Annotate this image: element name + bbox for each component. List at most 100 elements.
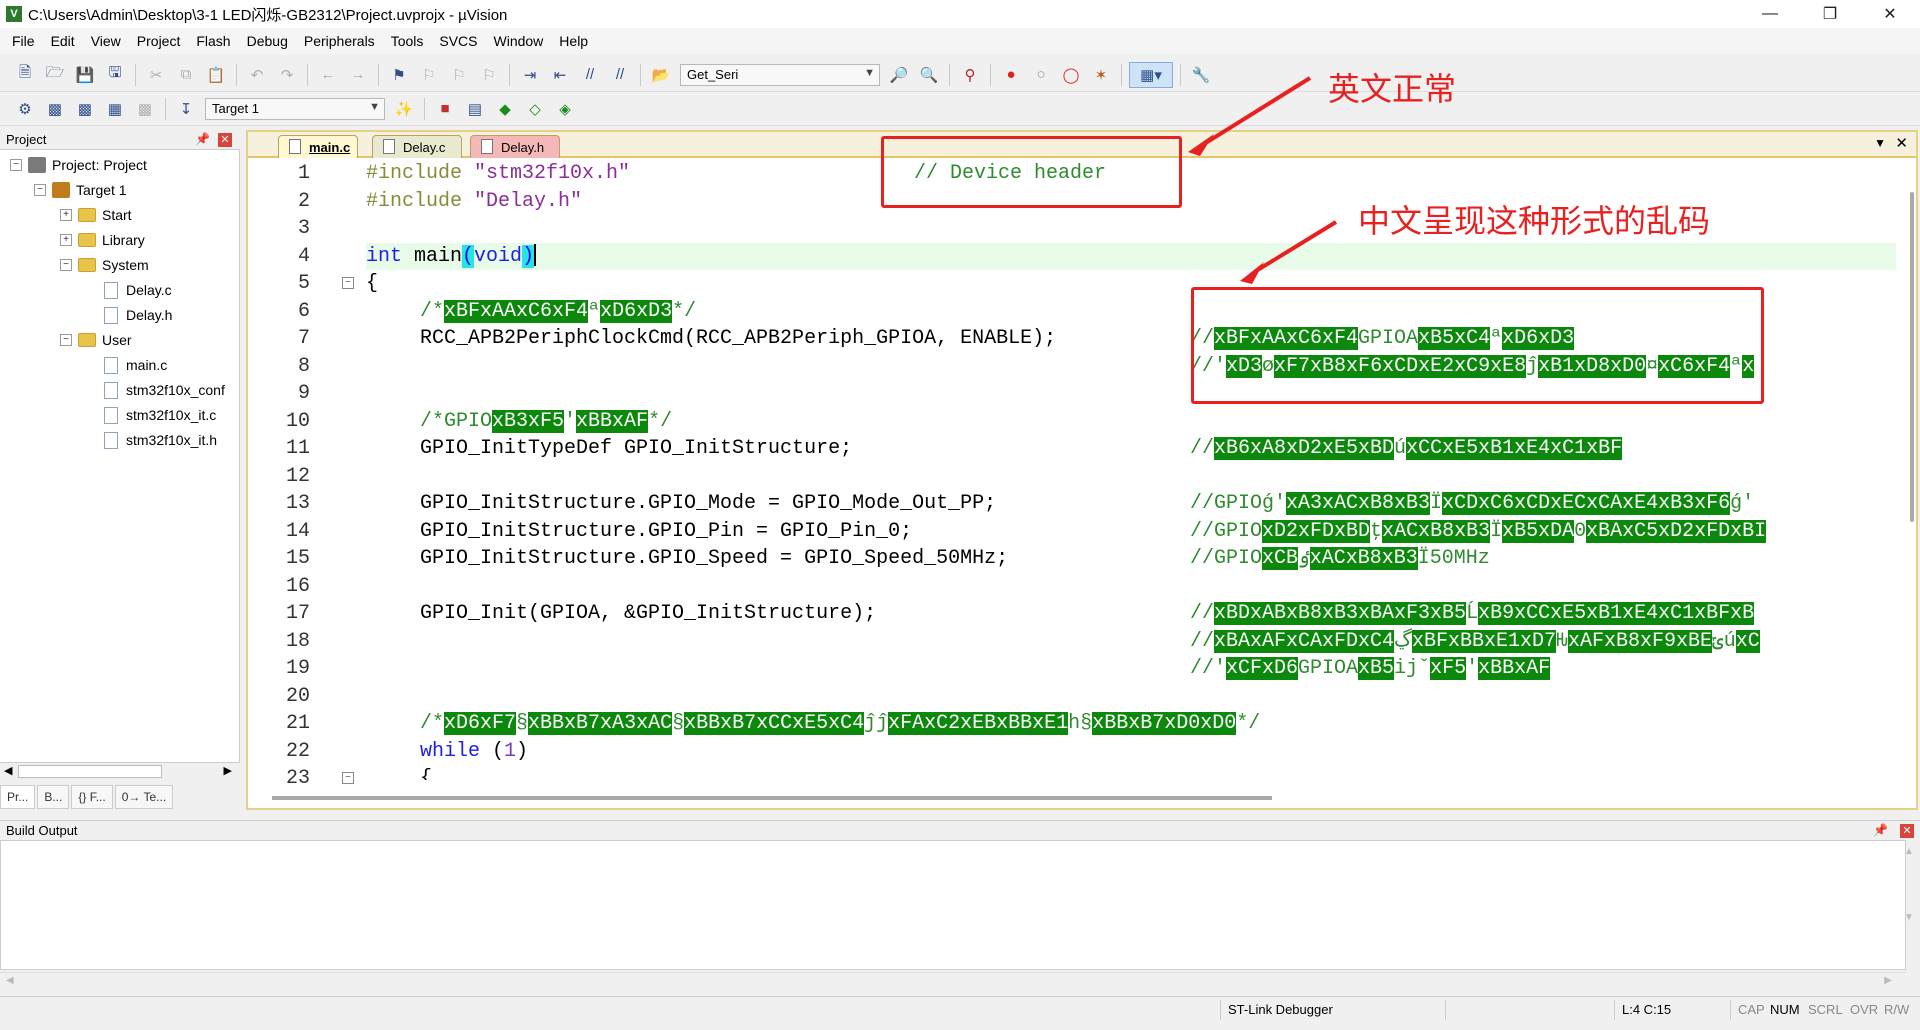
stop-build-icon[interactable]: ▩ xyxy=(132,96,158,122)
select-packs-icon[interactable]: ◇ xyxy=(522,96,548,122)
scroll-thumb[interactable] xyxy=(18,765,162,778)
paste-icon[interactable]: 📋 xyxy=(203,62,229,88)
tree-item-stm32f10x-it-h[interactable]: stm32f10x_it.h xyxy=(104,429,217,451)
manage-project-items-icon[interactable]: ■ xyxy=(432,96,458,122)
bookmark-icon[interactable]: ⚑ xyxy=(386,62,412,88)
minimize-button[interactable]: — xyxy=(1740,0,1800,28)
tree-item-stm32f10x-it-c[interactable]: stm32f10x_it.c xyxy=(104,404,216,426)
batch-build-icon[interactable]: ▦ xyxy=(102,96,128,122)
collapse-icon[interactable]: − xyxy=(60,334,72,346)
close-icon[interactable]: ✕ xyxy=(1895,134,1908,152)
menu-edit[interactable]: Edit xyxy=(43,28,83,54)
download-icon[interactable]: ↧ xyxy=(173,96,199,122)
tab-delay-h[interactable]: Delay.h xyxy=(470,135,560,158)
expand-icon[interactable]: + xyxy=(60,234,72,246)
tree-item-main-c[interactable]: main.c xyxy=(104,354,167,376)
tree-item-stm32f10x-conf[interactable]: stm32f10x_conf xyxy=(104,379,225,401)
menu-file[interactable]: File xyxy=(4,28,43,54)
menu-project[interactable]: Project xyxy=(129,28,189,54)
tree-item-target[interactable]: − Target 1 xyxy=(34,179,127,201)
target-combo[interactable]: Target 1 ▼ xyxy=(205,97,385,120)
tab-books[interactable]: B... xyxy=(37,785,70,809)
tree-item-system[interactable]: − System xyxy=(60,254,149,276)
scroll-right-icon[interactable]: ▶ xyxy=(1884,975,1892,986)
tab-main-c[interactable]: main.c xyxy=(278,135,358,158)
next-bookmark-icon[interactable]: ⚐ xyxy=(446,62,472,88)
find-icon[interactable]: 🔍 xyxy=(916,62,942,88)
uncomment-icon[interactable]: // xyxy=(607,62,633,88)
menu-view[interactable]: View xyxy=(83,28,129,54)
save-all-icon[interactable]: 🖫 xyxy=(102,62,128,88)
build-output-hscrollbar[interactable]: ◀ ▶ xyxy=(0,972,1906,990)
collapse-icon[interactable]: − xyxy=(34,184,46,196)
find-combo[interactable]: Get_Seri ▼ xyxy=(680,63,880,86)
disable-all-breakpoints-icon[interactable]: ◯ xyxy=(1058,62,1084,88)
tab-list-icon[interactable]: ▼ xyxy=(1874,136,1886,150)
save-icon[interactable]: 💾 xyxy=(72,62,98,88)
pin-icon[interactable]: 📌 xyxy=(195,132,210,146)
close-icon[interactable]: ✕ xyxy=(218,133,232,147)
menu-peripherals[interactable]: Peripherals xyxy=(296,28,383,54)
manage-rte-icon[interactable]: ◈ xyxy=(552,96,578,122)
open-file-icon[interactable]: 🗁 xyxy=(42,62,68,88)
tree-item-start[interactable]: + Start xyxy=(60,204,132,226)
fold-icon[interactable]: − xyxy=(342,772,354,784)
nav-forward-icon[interactable]: → xyxy=(345,62,371,88)
new-file-icon[interactable]: 🗎 xyxy=(12,62,38,88)
window-layout-icon[interactable]: ▦▾ xyxy=(1129,61,1173,88)
tree-item-delay-h[interactable]: Delay.h xyxy=(104,304,172,326)
scroll-left-icon[interactable]: ◀ xyxy=(6,975,14,986)
file-extensions-icon[interactable]: ▤ xyxy=(462,96,488,122)
tab-delay-c[interactable]: Delay.c xyxy=(372,135,462,158)
tab-project[interactable]: Pr... xyxy=(0,785,36,809)
tree-item-library[interactable]: + Library xyxy=(60,229,145,251)
comment-icon[interactable]: // xyxy=(577,62,603,88)
disable-breakpoint-icon[interactable]: ○ xyxy=(1028,62,1054,88)
code-editor[interactable]: #include "stm32f10x.h" // Device header … xyxy=(366,160,1896,780)
scroll-right-icon[interactable]: ▶ xyxy=(224,764,232,777)
build-icon[interactable]: ▩ xyxy=(42,96,68,122)
unindent-icon[interactable]: ⇤ xyxy=(547,62,573,88)
redo-icon[interactable]: ↷ xyxy=(274,62,300,88)
menu-tools[interactable]: Tools xyxy=(383,28,432,54)
tree-item-user[interactable]: − User xyxy=(60,329,132,351)
tree-item-project[interactable]: − Project: Project xyxy=(10,154,147,176)
editor-hscrollbar[interactable] xyxy=(272,796,1272,800)
target-options-icon[interactable]: ✨ xyxy=(391,96,417,122)
translate-icon[interactable]: ⚙ xyxy=(12,96,38,122)
debug-session-icon[interactable]: ⚲ xyxy=(957,62,983,88)
expand-icon[interactable]: + xyxy=(60,209,72,221)
indent-icon[interactable]: ⇥ xyxy=(517,62,543,88)
restore-button[interactable]: ❐ xyxy=(1800,0,1860,28)
menu-svcs[interactable]: SVCS xyxy=(431,28,485,54)
configure-icon[interactable]: 🔧 xyxy=(1188,62,1214,88)
copy-icon[interactable]: ⧉ xyxy=(173,62,199,88)
scroll-left-icon[interactable]: ◀ xyxy=(4,764,12,777)
fold-icon[interactable]: − xyxy=(342,277,354,289)
tab-functions[interactable]: {} F... xyxy=(71,785,113,809)
build-output-text[interactable] xyxy=(0,840,1906,970)
menu-help[interactable]: Help xyxy=(551,28,596,54)
pack-installer-icon[interactable]: ◆ xyxy=(492,96,518,122)
menu-debug[interactable]: Debug xyxy=(239,28,296,54)
undo-icon[interactable]: ↶ xyxy=(244,62,270,88)
project-tree-hscrollbar[interactable]: ◀ ▶ xyxy=(0,762,240,780)
cut-icon[interactable]: ✂ xyxy=(143,62,169,88)
collapse-icon[interactable]: − xyxy=(10,159,22,171)
find-in-files-icon[interactable]: 📂 xyxy=(648,62,674,88)
menu-window[interactable]: Window xyxy=(486,28,552,54)
close-icon[interactable]: ✕ xyxy=(1900,824,1914,838)
chevron-down-icon[interactable]: ▼ xyxy=(864,67,875,79)
chevron-down-icon[interactable]: ▼ xyxy=(369,101,380,113)
prev-bookmark-icon[interactable]: ⚐ xyxy=(416,62,442,88)
breakpoint-icon[interactable]: ● xyxy=(998,62,1024,88)
collapse-icon[interactable]: − xyxy=(60,259,72,271)
rebuild-icon[interactable]: ▩ xyxy=(72,96,98,122)
menu-flash[interactable]: Flash xyxy=(188,28,238,54)
close-button[interactable]: ✕ xyxy=(1860,0,1920,28)
kill-breakpoints-icon[interactable]: ✶ xyxy=(1088,62,1114,88)
clear-bookmarks-icon[interactable]: ⚐ xyxy=(476,62,502,88)
pin-icon[interactable]: 📌 xyxy=(1873,823,1888,837)
build-output-vscrollbar[interactable]: ▲ ▼ xyxy=(1902,846,1916,966)
nav-back-icon[interactable]: ← xyxy=(315,62,341,88)
